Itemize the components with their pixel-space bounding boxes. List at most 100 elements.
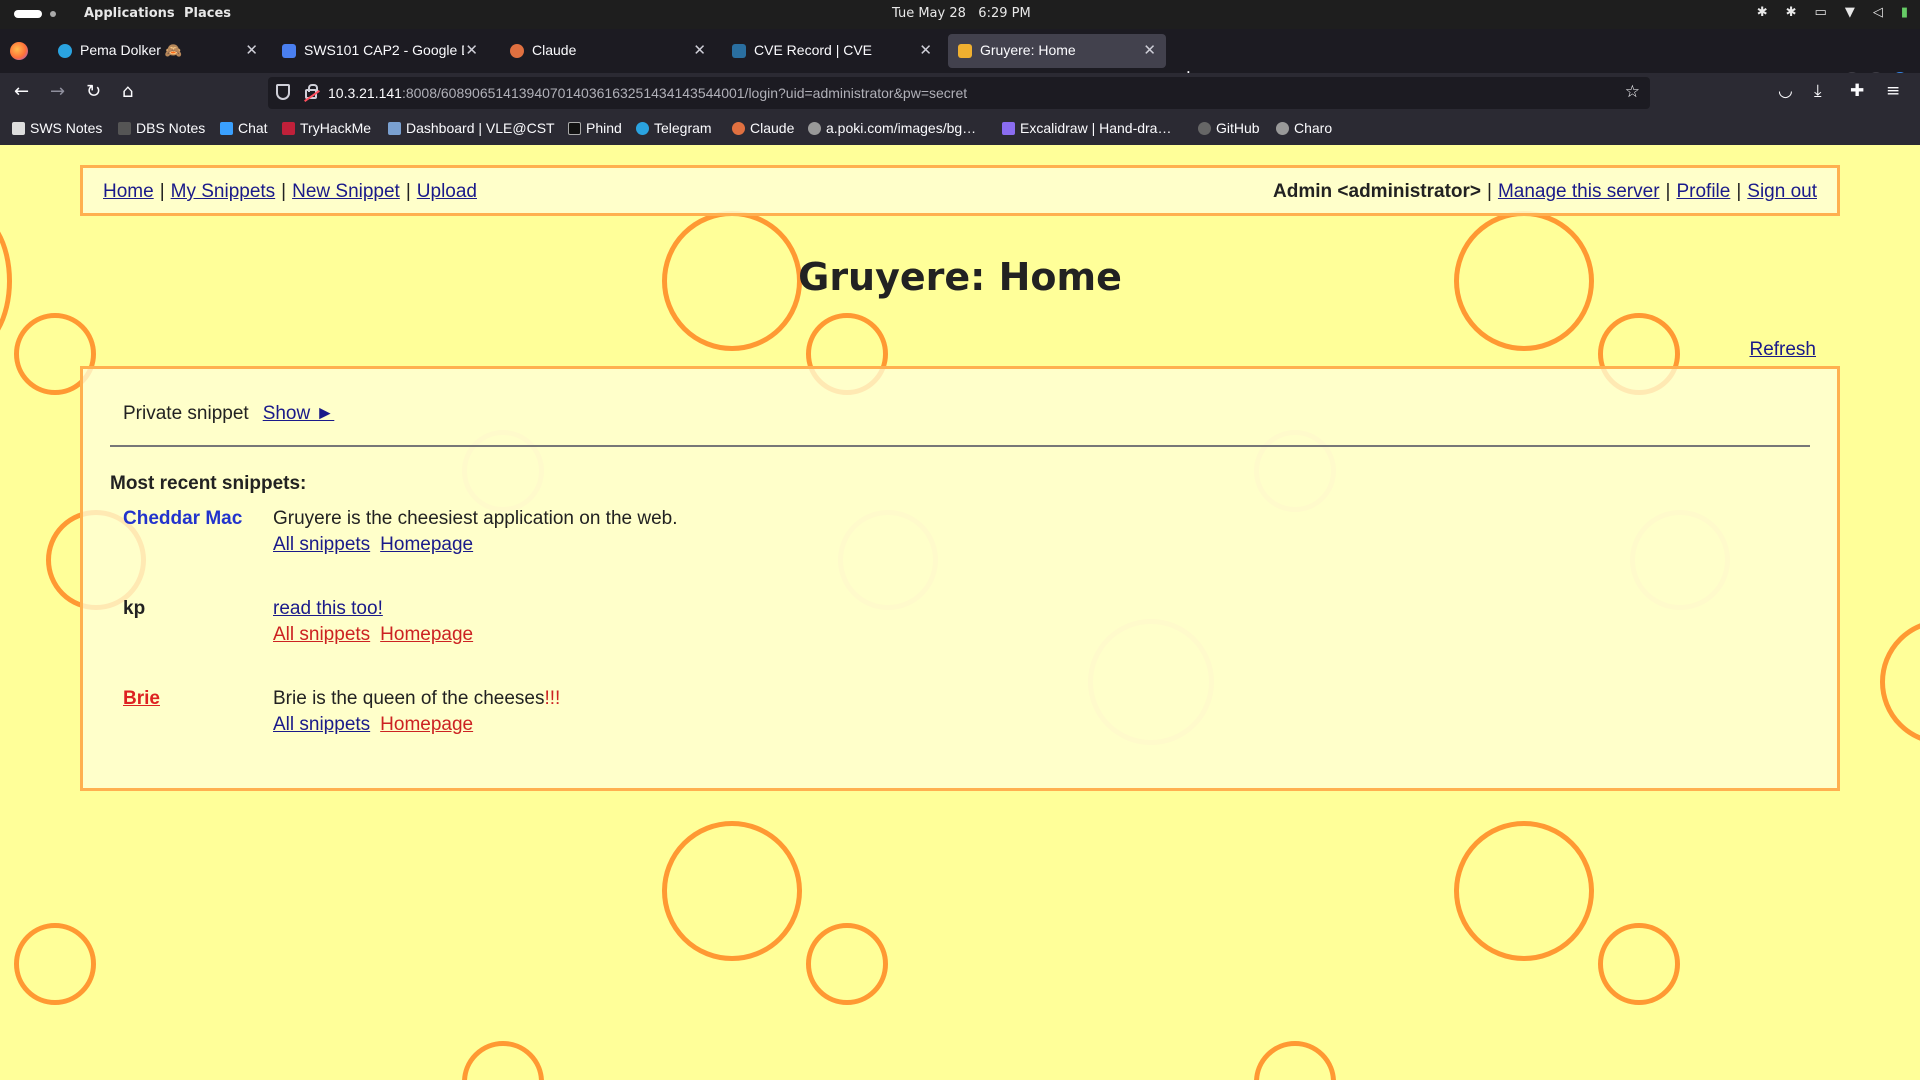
close-tab-icon[interactable]: ✕ (919, 41, 932, 59)
telegram-icon (58, 44, 72, 58)
tab-claude[interactable]: Claude ✕ (500, 34, 716, 68)
snippet-link[interactable]: read this too! (273, 598, 383, 620)
excalidraw-icon (1002, 122, 1015, 135)
bookmark-item[interactable]: TryHackMe (282, 120, 371, 136)
manage-server-link[interactable]: Manage this server (1498, 181, 1660, 202)
close-tab-icon[interactable]: ✕ (1143, 41, 1156, 59)
firefox-logo-icon[interactable] (10, 42, 28, 60)
clock[interactable]: Tue May 28 6:29 PM (892, 6, 1031, 21)
close-tab-icon[interactable]: ✕ (465, 41, 478, 59)
bookmark-item[interactable]: GitHub (1198, 120, 1260, 136)
all-snippets-link[interactable]: All snippets (273, 714, 370, 735)
all-snippets-link[interactable]: All snippets (273, 534, 370, 555)
bookmark-item[interactable]: Dashboard | VLE@CST (388, 120, 555, 136)
snippet-author-link[interactable]: Cheddar Mac (123, 508, 242, 530)
github-icon (1198, 122, 1211, 135)
homepage-link[interactable]: Homepage (380, 624, 473, 645)
menu-icon[interactable]: ≡ (1886, 81, 1900, 101)
telegram-icon (636, 122, 649, 135)
upload-link[interactable]: Upload (417, 181, 477, 202)
close-tab-icon[interactable]: ✕ (693, 41, 706, 59)
show-private-snippet-link[interactable]: Show ► (263, 403, 335, 424)
insecure-lock-icon[interactable] (305, 84, 318, 99)
applications-menu[interactable]: Applications (84, 6, 175, 21)
downloads-icon[interactable]: ⤓ (1814, 81, 1822, 101)
snippet-author-link[interactable]: Brie (123, 688, 160, 710)
bookmark-item[interactable]: Charo (1276, 120, 1332, 136)
forward-icon[interactable]: → (50, 81, 65, 102)
activities-indicator[interactable] (14, 10, 56, 18)
menubar-right: Admin <administrator> | Manage this server… (1273, 181, 1817, 203)
back-icon[interactable]: ← (14, 81, 29, 102)
tracking-protection-icon[interactable] (276, 84, 290, 100)
phind-icon (568, 122, 581, 135)
bookmark-star-icon[interactable]: ☆ (1625, 82, 1640, 102)
bookmark-label: Dashboard | VLE@CST (406, 120, 555, 136)
profile-link[interactable]: Profile (1676, 181, 1730, 202)
display-icon[interactable]: ▭ (1815, 5, 1827, 20)
sign-out-link[interactable]: Sign out (1747, 181, 1817, 202)
battery-icon[interactable]: ▮ (1901, 5, 1908, 20)
bookmarks-toolbar: SWS Notes DBS Notes Chat TryHackMe Dashb… (0, 113, 1920, 145)
bookmark-label: Excalidraw | Hand-dra… (1020, 120, 1172, 136)
background-bubble (14, 923, 96, 1005)
home-link[interactable]: Home (103, 181, 154, 202)
bookmark-label: Chat (238, 120, 268, 136)
separator: | (281, 181, 287, 202)
pocket-icon[interactable]: ◡ (1778, 81, 1793, 101)
gruyere-icon (958, 44, 972, 58)
bookmark-item[interactable]: Chat (220, 120, 268, 136)
snippet-text-emphasis: !!! (544, 688, 561, 709)
places-menu[interactable]: Places (184, 6, 231, 21)
my-snippets-link[interactable]: My Snippets (171, 181, 276, 202)
bookmark-item[interactable]: Telegram (636, 120, 712, 136)
new-snippet-link[interactable]: New Snippet (292, 181, 400, 202)
tab-telegram[interactable]: Pema Dolker 🙈 ✕ (48, 34, 268, 68)
close-tab-icon[interactable]: ✕ (245, 41, 258, 59)
bookmark-item[interactable]: SWS Notes (12, 120, 102, 136)
bookmark-item[interactable]: Claude (732, 120, 794, 136)
bookmark-item[interactable]: a.poki.com/images/bg… (808, 120, 976, 136)
homepage-link[interactable]: Homepage (380, 714, 473, 735)
bookmark-item[interactable]: Excalidraw | Hand-dra… (1002, 120, 1171, 136)
wifi-icon[interactable]: ▼ (1845, 5, 1855, 20)
bookmark-label: Telegram (654, 120, 712, 136)
globe-icon (808, 122, 821, 135)
url-path: :8008/6089065141394070140361632514341435… (401, 85, 968, 101)
bookmark-label: SWS Notes (30, 120, 103, 136)
background-bubble (1880, 619, 1920, 745)
bookmark-label: Phind (586, 120, 622, 136)
tab-google-docs[interactable]: SWS101 CAP2 - Google D ✕ (272, 34, 488, 68)
all-snippets-link[interactable]: All snippets (273, 624, 370, 645)
url-text[interactable]: 10.3.21.141:8008/60890651413940701403616… (328, 85, 967, 101)
refresh-link[interactable]: Refresh (1749, 339, 1816, 361)
bluetooth-alt-icon[interactable]: ✱ (1786, 5, 1797, 20)
tryhackme-icon (282, 122, 295, 135)
tab-title: Claude (532, 42, 577, 58)
snippet-links: All snippets Homepage (273, 534, 483, 556)
bookmark-item[interactable]: DBS Notes (118, 120, 205, 136)
volume-muted-icon[interactable]: ◁ (1873, 5, 1883, 20)
bookmark-label: Charo (1294, 120, 1333, 136)
extensions-icon[interactable]: ✚ (1850, 81, 1864, 101)
site-menubar: Home | My Snippets | New Snippet | Upload Admi… (80, 165, 1840, 216)
url-host: 10.3.21.141 (328, 85, 402, 101)
reload-icon[interactable]: ↻ (86, 81, 101, 102)
claude-icon (510, 44, 524, 58)
menubar-left: Home | My Snippets | New Snippet | Upload (103, 181, 477, 203)
home-icon[interactable]: ⌂ (122, 81, 133, 102)
bluetooth-icon[interactable]: ✱ (1757, 5, 1768, 20)
bookmark-item[interactable]: Phind (568, 120, 622, 136)
bookmark-label: a.poki.com/images/bg… (826, 120, 977, 136)
homepage-link[interactable]: Homepage (380, 534, 473, 555)
url-bar[interactable]: 10.3.21.141:8008/60890651413940701403616… (268, 77, 1650, 109)
globe-icon (1276, 122, 1289, 135)
tab-title: Gruyere: Home (980, 42, 1076, 58)
snippet-text-main: Brie is the queen of the cheeses (273, 688, 545, 709)
docs-icon (282, 44, 296, 58)
tab-cve[interactable]: CVE Record | CVE ✕ (722, 34, 942, 68)
separator: | (1665, 181, 1671, 202)
tab-gruyere[interactable]: Gruyere: Home ✕ (948, 34, 1166, 68)
system-tray[interactable]: ✱ ✱ ▭ ▼ ◁ ▮ (1757, 5, 1908, 20)
system-top-bar: Applications Places Tue May 28 6:29 PM ✱… (0, 0, 1920, 29)
